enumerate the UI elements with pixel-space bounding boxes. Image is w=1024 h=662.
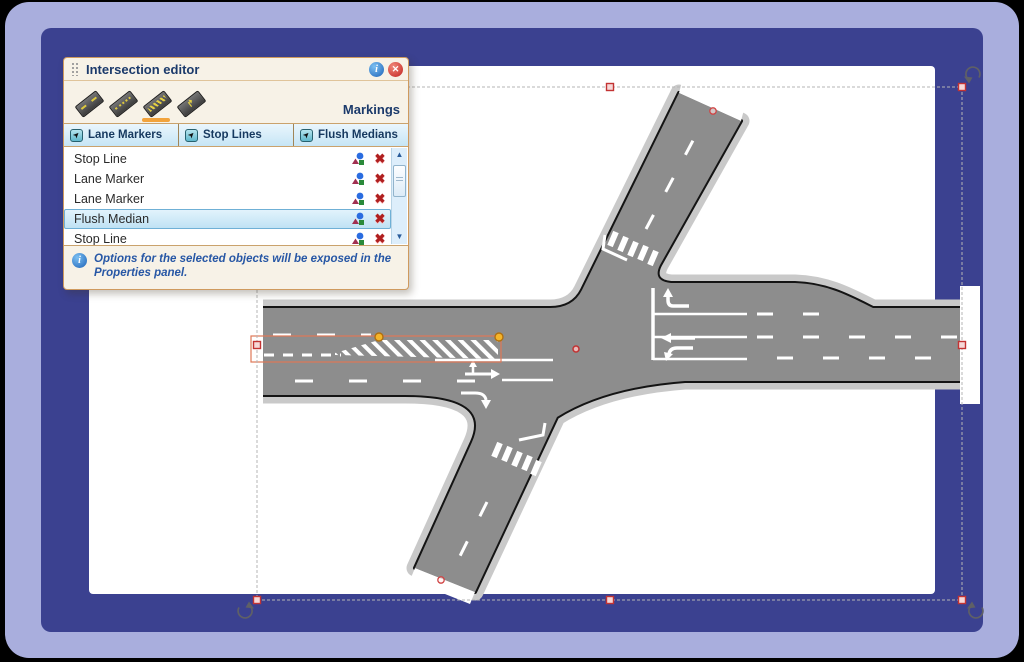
list-item-label: Stop Line bbox=[74, 232, 350, 246]
tool-turn-arrow[interactable] bbox=[174, 89, 208, 119]
intersection-editor-panel: Intersection editor i ✕ Markings Lane Ma… bbox=[63, 57, 409, 290]
list-item-stop-line[interactable]: Stop Line ✖ bbox=[64, 229, 391, 246]
list-item-label: Stop Line bbox=[74, 152, 350, 166]
rotate-handle-icon[interactable] bbox=[964, 67, 980, 83]
selection-handle-bottom-right[interactable] bbox=[959, 597, 966, 604]
selection-handle-top-right[interactable] bbox=[959, 84, 966, 91]
vertex-handle[interactable] bbox=[438, 577, 444, 583]
selection-handle-right[interactable] bbox=[959, 342, 966, 349]
window-outer-border: Intersection editor i ✕ Markings Lane Ma… bbox=[5, 2, 1019, 658]
rotate-handle-icon[interactable] bbox=[238, 602, 254, 618]
delete-icon[interactable]: ✖ bbox=[372, 231, 388, 246]
shapes-icon[interactable] bbox=[350, 212, 366, 226]
tab-label: Lane Markers bbox=[88, 129, 162, 141]
shapes-icon[interactable] bbox=[350, 232, 366, 246]
drag-handle-icon[interactable] bbox=[71, 62, 80, 76]
panel-titlebar[interactable]: Intersection editor i ✕ bbox=[64, 58, 408, 81]
list-item-flush-median[interactable]: Flush Median ✖ bbox=[64, 209, 391, 229]
list-scrollbar[interactable]: ▲ ▼ bbox=[391, 148, 407, 244]
panel-title: Intersection editor bbox=[86, 62, 365, 77]
delete-icon[interactable]: ✖ bbox=[372, 151, 388, 167]
rotate-handle-icon[interactable] bbox=[967, 602, 983, 618]
median-grip-handle[interactable] bbox=[375, 333, 383, 341]
median-grip-handle[interactable] bbox=[495, 333, 503, 341]
markings-toolbar: Markings bbox=[64, 81, 408, 123]
scroll-thumb[interactable] bbox=[393, 165, 406, 197]
close-icon[interactable]: ✕ bbox=[388, 62, 403, 77]
tab-stop-lines[interactable]: Stop Lines bbox=[179, 124, 294, 146]
road-chip-icon bbox=[108, 90, 138, 118]
list-item-stop-line[interactable]: Stop Line ✖ bbox=[64, 149, 391, 169]
list-item-label: Flush Median bbox=[74, 212, 350, 226]
shapes-icon[interactable] bbox=[350, 152, 366, 166]
info-icon[interactable]: i bbox=[369, 62, 384, 77]
marking-tabs: Lane Markers Stop Lines Flush Medians bbox=[64, 123, 408, 147]
delete-icon[interactable]: ✖ bbox=[372, 191, 388, 207]
tab-flush-medians[interactable]: Flush Medians bbox=[294, 124, 408, 146]
road-chip-icon bbox=[176, 90, 206, 118]
delete-icon[interactable]: ✖ bbox=[372, 211, 388, 227]
delete-icon[interactable]: ✖ bbox=[372, 171, 388, 187]
info-message: Options for the selected objects will be… bbox=[94, 252, 400, 281]
selection-handle-bottom-left[interactable] bbox=[254, 597, 261, 604]
road-chip-icon bbox=[142, 90, 172, 118]
section-label: Markings bbox=[343, 102, 400, 119]
tool-lane-marker[interactable] bbox=[72, 89, 106, 119]
scroll-down-icon[interactable]: ▼ bbox=[393, 230, 406, 244]
add-arrow-icon bbox=[300, 129, 313, 142]
info-icon: i bbox=[72, 253, 87, 268]
selection-handle-bottom[interactable] bbox=[607, 597, 614, 604]
list-item-lane-marker[interactable]: Lane Marker ✖ bbox=[64, 169, 391, 189]
selection-handle-left[interactable] bbox=[254, 342, 261, 349]
shapes-icon[interactable] bbox=[350, 172, 366, 186]
tab-label: Stop Lines bbox=[203, 129, 262, 141]
vertex-handle[interactable] bbox=[710, 108, 716, 114]
add-arrow-icon bbox=[185, 129, 198, 142]
road-chip-icon bbox=[74, 90, 104, 118]
tab-lane-markers[interactable]: Lane Markers bbox=[64, 124, 179, 146]
markings-list: Stop Line ✖ Lane Marker ✖ Lane Marker ✖ … bbox=[64, 147, 408, 246]
scroll-up-icon[interactable]: ▲ bbox=[393, 148, 406, 162]
list-item-lane-marker[interactable]: Lane Marker ✖ bbox=[64, 189, 391, 209]
add-arrow-icon bbox=[70, 129, 83, 142]
shapes-icon[interactable] bbox=[350, 192, 366, 206]
intersection-center-point[interactable] bbox=[573, 346, 579, 352]
tool-dotted-marking[interactable] bbox=[106, 89, 140, 119]
panel-info-bar: i Options for the selected objects will … bbox=[64, 246, 408, 289]
tool-dense-marking[interactable] bbox=[140, 89, 174, 119]
tab-label: Flush Medians bbox=[318, 129, 398, 141]
list-item-label: Lane Marker bbox=[74, 192, 350, 206]
list-item-label: Lane Marker bbox=[74, 172, 350, 186]
selection-handle-top[interactable] bbox=[607, 84, 614, 91]
